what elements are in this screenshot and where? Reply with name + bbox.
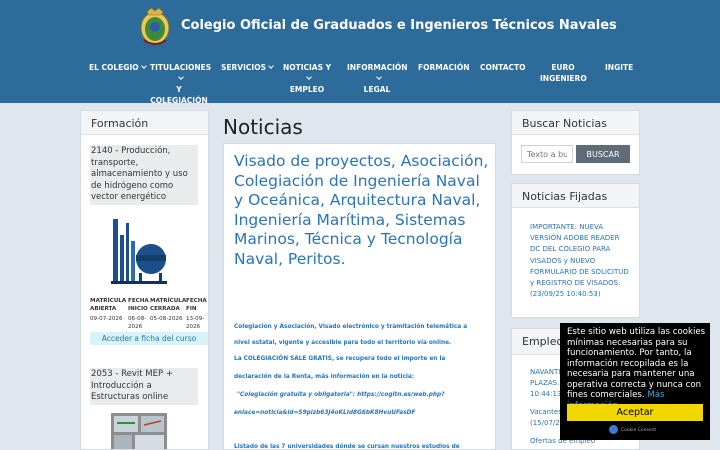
course-date-head: MATRÍCULA ABIERTA (90, 297, 128, 313)
empleo-item[interactable]: (15/07/2 (530, 418, 560, 429)
course-image-revit[interactable] (111, 413, 167, 450)
course-date-value: 09-07-2026 (90, 315, 128, 323)
nav-label: LEGAL (363, 85, 391, 94)
course-date-value: 13-09- 2026 (186, 315, 208, 331)
nav-label: EURO (551, 63, 575, 72)
nav-label: FORMACIÓN (418, 63, 470, 72)
nav-label: INGITE (605, 63, 634, 72)
site-header: Colegio Oficial de Graduados e Ingeniero… (0, 0, 720, 105)
formacion-panel: Formación 2140 - Producción, transporte,… (80, 110, 209, 450)
empleo-item[interactable]: 10:44:13 (530, 389, 561, 400)
course-date-head-text: FECHA (128, 298, 149, 304)
course-date-value-text: 2026 (186, 324, 201, 330)
nav-label: TITULACIONES (150, 63, 212, 72)
article-title[interactable]: Visado de proyectos, Asociación, Colegia… (234, 152, 492, 269)
nav-servicios[interactable]: SERVICIOS (221, 62, 274, 73)
crest-logo[interactable] (136, 6, 174, 48)
course-title[interactable]: 2053 - Revit MEP + Introducción a Estruc… (90, 368, 198, 405)
nav-label: EL COLEGIO (89, 63, 139, 72)
nav-contacto[interactable]: CONTACTO (480, 62, 526, 73)
article-text-line: declaración de la Renta, más información… (234, 374, 415, 380)
fixed-news-item[interactable]: IMPORTANTE: NUEVA VERSIÓN ADOBE READER D… (530, 222, 630, 300)
site-title[interactable]: Colegio Oficial de Graduados e Ingeniero… (181, 18, 617, 33)
nav-label: COLEGIACIÓN (150, 96, 208, 105)
cookie-consent-label: Cookie Consent (621, 428, 657, 433)
course-date-value-text: 05-08-2026 (150, 316, 183, 322)
news-article: Visado de proyectos, Asociación, Colegia… (223, 143, 496, 450)
course-date-head-text: MATRÍCULA (150, 298, 187, 304)
nav-label: CONTACTO (480, 63, 526, 72)
empleo-item[interactable]: PLAZAS. (530, 378, 559, 389)
formacion-heading: Formación (81, 111, 208, 135)
cookie-consent-badge[interactable]: Cookie Consent (609, 425, 656, 434)
course-date-head-text: ABIERTA (90, 306, 117, 312)
nav-label: INFORMACIÓN (347, 63, 408, 72)
main-nav: EL COLEGIO TITULACIONES Y COLEGIACIÓN SE… (0, 62, 720, 105)
chevron-down-icon (305, 74, 312, 80)
chevron-down-icon (140, 63, 147, 69)
article-link-line[interactable]: enlace=noticia&id=S9pizb63J4oKLId8G6bK8H… (234, 410, 415, 416)
course-date-head-text: MATRÍCULA (90, 298, 127, 304)
course-date-value: 06-08- 2026 (128, 315, 150, 331)
course-date-head-text: FIN (186, 306, 197, 312)
course-date-value-text: 06-08- (128, 316, 147, 322)
course-date-head: MATRÍCULA CERRADA (150, 297, 188, 313)
fixed-news-panel: Noticias Fijadas IMPORTANTE: NUEVA VERSI… (511, 183, 640, 318)
nav-label: NOTICIAS Y (282, 63, 332, 72)
cookie-message-text: Este sitio web utiliza las cookies mínim… (567, 327, 706, 400)
course-date-value-text: 13-09- (186, 316, 205, 322)
course-date-head-text: CERRADA (150, 306, 180, 312)
nav-formacion[interactable]: FORMACIÓN (418, 62, 470, 73)
article-text-line: Listado de las 7 universidades dónde se … (234, 444, 460, 450)
cookie-accept-button[interactable]: Aceptar (567, 404, 703, 421)
nav-euro-ingeniero[interactable]: EURO INGENIERO (540, 62, 587, 84)
nav-el-colegio[interactable]: EL COLEGIO (89, 62, 147, 73)
course-date-head-text: FECHA (186, 298, 207, 304)
course-detail-link[interactable]: Acceder a ficha del curso (90, 332, 208, 345)
course-date-head-text: INICIO (128, 306, 148, 312)
article-text-line: nivel estatal, vigente y accesible para … (234, 340, 452, 346)
chevron-down-icon (375, 74, 382, 80)
search-heading: Buscar Noticias (512, 111, 639, 135)
course-date-col: FECHA FIN 13-09- 2026 (186, 297, 208, 331)
nav-informacion-legal[interactable]: INFORMACIÓN LEGAL (347, 62, 408, 95)
course-date-head: FECHA INICIO (128, 297, 150, 313)
article-text-line: La COLEGIACIÓN SALE GRATIS, se recupera … (234, 356, 446, 362)
chevron-down-icon (177, 74, 184, 80)
cookie-banner: Este sitio web utiliza las cookies mínim… (560, 323, 710, 440)
nav-label: EMPLEO (289, 85, 325, 94)
course-title[interactable]: 2140 - Producción, transporte, almacenam… (90, 145, 198, 205)
nav-label: SERVICIOS (221, 63, 266, 72)
chevron-down-icon (268, 63, 274, 69)
course-date-col: MATRÍCULA CERRADA 05-08-2026 (150, 297, 188, 323)
nav-titulaciones[interactable]: TITULACIONES Y COLEGIACIÓN (150, 62, 212, 106)
search-input[interactable] (521, 145, 573, 163)
search-panel: Buscar Noticias (511, 110, 640, 175)
course-date-value: 05-08-2026 (150, 315, 188, 323)
course-image-hydrogen-plant[interactable] (111, 215, 167, 287)
empleo-item[interactable]: Vacantes (530, 407, 562, 418)
cookie-consent-icon (609, 425, 618, 434)
article-link-line[interactable]: "Colegiación gratuita y obligatoria": ht… (237, 392, 445, 398)
page-title: Noticias (223, 115, 303, 139)
fixed-news-heading: Noticias Fijadas (512, 184, 639, 208)
search-button[interactable]: BUSCAR (576, 145, 630, 163)
article-text-line: Colegiación y Asociación, Visado electró… (234, 324, 468, 330)
nav-label: Y (176, 85, 182, 94)
course-date-col: MATRÍCULA ABIERTA 09-07-2026 (90, 297, 128, 323)
nav-noticias[interactable]: NOTICIAS Y EMPLEO (281, 62, 333, 95)
course-date-value-text: 09-07-2026 (90, 316, 123, 322)
course-date-value-text: 2026 (128, 324, 143, 330)
course-date-head: FECHA FIN (186, 297, 208, 313)
nav-ingite[interactable]: INGITE (605, 62, 633, 73)
course-date-col: FECHA INICIO 06-08- 2026 (128, 297, 150, 331)
nav-label: INGENIERO (540, 74, 587, 83)
cookie-message: Este sitio web utiliza las cookies mínim… (567, 327, 707, 411)
